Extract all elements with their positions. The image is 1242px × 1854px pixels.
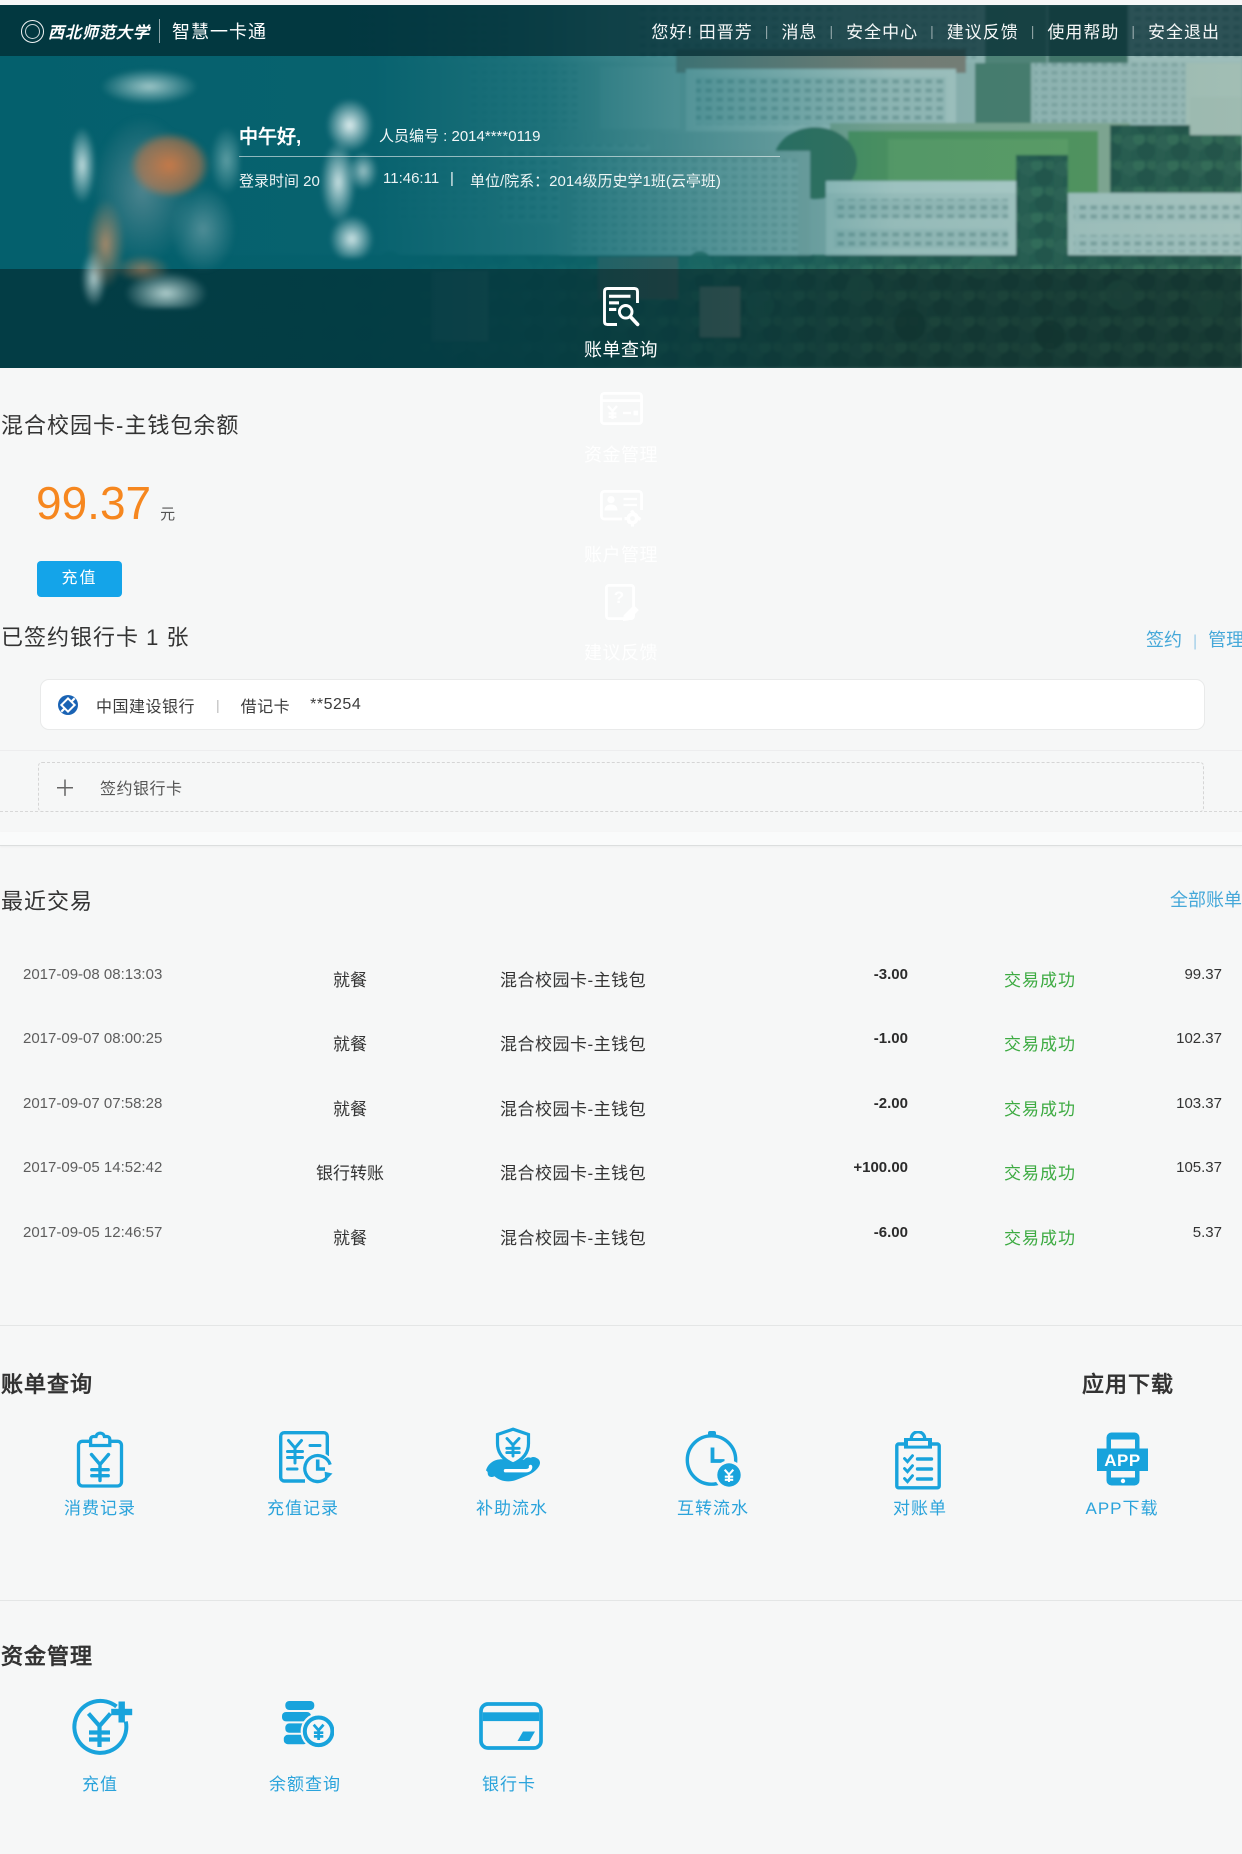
svg-text:APP: APP bbox=[1104, 1451, 1140, 1470]
svg-text:?: ? bbox=[614, 588, 624, 607]
